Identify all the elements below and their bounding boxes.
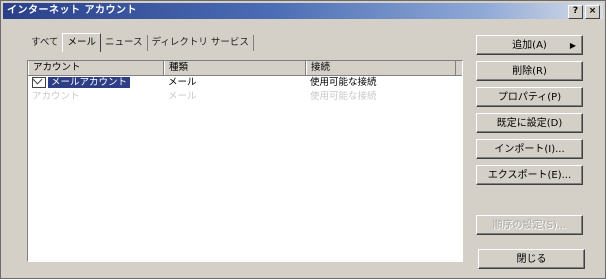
window-title: インターネット アカウント [7,5,137,16]
properties-button[interactable]: プロパティ(P) [476,87,583,107]
close-button[interactable]: × [585,5,600,19]
column-header-account[interactable]: アカウント [28,61,164,75]
type-cell: メール [168,91,197,102]
accounts-list[interactable]: アカウント 種類 接続 メールアカウント メール 使用可能な接続 アカウント メ… [27,60,463,262]
close-dialog-button[interactable]: 閉じる [478,249,585,269]
submenu-arrow-icon: ▶ [569,41,576,50]
set-order-button[interactable]: 順序の設定(S)... [476,215,583,235]
type-cell: メール [168,77,197,88]
import-button[interactable]: インポート(I)... [476,139,583,159]
internet-accounts-dialog: インターネット アカウント ? × すべて メール ニュース ディレクトリ サー… [0,0,606,279]
remove-button[interactable]: 削除(R) [476,61,583,81]
add-button[interactable]: 追加(A) ▶ [476,35,583,55]
account-cell: アカウント [32,91,80,102]
connection-cell: 使用可能な接続 [310,77,377,88]
tab-strip: すべて メール ニュース ディレクトリ サービス [27,33,254,52]
tab-directory-service[interactable]: ディレクトリ サービス [148,35,254,51]
tab-all[interactable]: すべて [27,35,62,51]
column-header-type[interactable]: 種類 [164,61,306,75]
add-button-label: 追加(A) [512,40,547,51]
set-default-button[interactable]: 既定に設定(D) [476,113,583,133]
connection-cell: 使用可能な接続 [310,91,377,102]
list-header: アカウント 種類 接続 [28,61,462,76]
list-item[interactable]: メールアカウント メール 使用可能な接続 [28,76,462,90]
mail-account-icon [32,77,46,88]
account-name: メールアカウント [48,77,131,88]
export-button[interactable]: エクスポート(E)... [476,165,583,185]
column-header-connection[interactable]: 接続 [306,61,456,75]
tab-mail[interactable]: メール [62,33,101,52]
tab-news[interactable]: ニュース [101,35,148,51]
help-button[interactable]: ? [568,5,583,19]
title-bar[interactable]: インターネット アカウント ? × [3,3,603,19]
account-cell: メールアカウント [28,76,164,90]
list-item[interactable]: アカウント メール 使用可能な接続 [28,90,462,104]
